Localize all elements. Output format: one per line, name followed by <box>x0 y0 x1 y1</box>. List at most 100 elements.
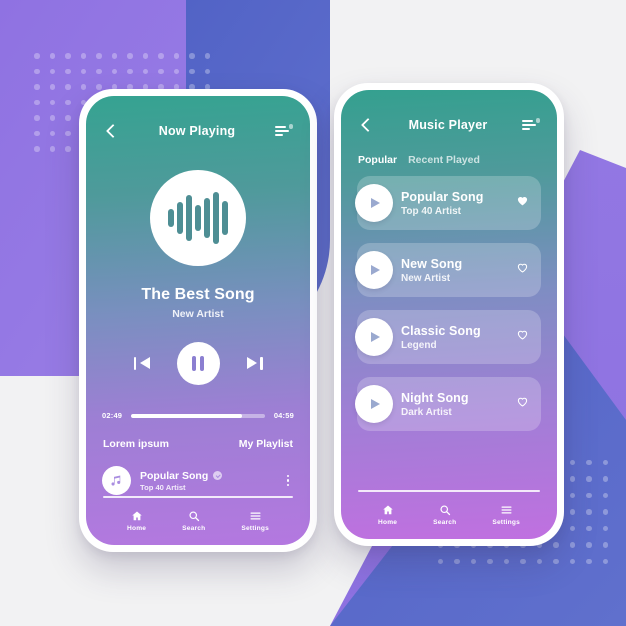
menu-line-1 <box>522 120 533 123</box>
grid-dot <box>586 459 592 465</box>
grid-dot <box>49 130 55 136</box>
tab-recent-played[interactable]: Recent Played <box>408 154 480 166</box>
song-text: Classic Song Legend <box>401 324 516 351</box>
check-badge-icon <box>213 471 223 480</box>
music-note-icon <box>102 466 131 495</box>
grid-dot <box>204 53 210 59</box>
grid-dot <box>34 84 40 90</box>
heart-outline-icon[interactable] <box>516 328 529 346</box>
menu-notification-dot <box>288 124 293 129</box>
song-title: New Song <box>401 256 463 271</box>
search-icon <box>439 503 451 516</box>
link-lorem-ipsum[interactable]: Lorem ipsum <box>103 438 169 450</box>
nav-label-settings: Settings <box>241 525 269 532</box>
nav-item-settings[interactable]: Settings <box>492 503 520 526</box>
menu-line-3 <box>522 128 530 131</box>
nav-item-home[interactable]: Home <box>127 509 146 532</box>
grid-dot <box>586 558 592 564</box>
song-title: Night Song <box>401 390 469 405</box>
grid-dot <box>34 68 40 74</box>
mini-bar-text: Popular Song Top 40 Artist <box>140 470 273 492</box>
search-icon <box>188 509 200 522</box>
progress-fill <box>131 413 243 418</box>
now-playing-mini-bar[interactable]: Popular Song Top 40 Artist <box>86 466 310 495</box>
nav-item-home[interactable]: Home <box>378 503 397 526</box>
grid-dot <box>586 476 592 482</box>
grid-dot <box>49 68 55 74</box>
waveform-bar-1 <box>168 209 174 227</box>
progress-slider[interactable] <box>131 413 265 418</box>
grid-dot <box>34 115 40 121</box>
pause-button[interactable] <box>176 342 220 385</box>
play-icon[interactable] <box>355 318 393 356</box>
play-icon[interactable] <box>355 184 393 222</box>
song-text: New Song New Artist <box>401 257 516 284</box>
grid-dot <box>602 509 608 515</box>
playback-controls <box>86 342 310 385</box>
menu-notification-dot <box>535 118 540 123</box>
grid-dot <box>602 492 608 498</box>
heart-outline-icon[interactable] <box>516 261 529 279</box>
heart-filled-icon[interactable] <box>516 194 529 212</box>
song-list-item[interactable]: Popular Song Top 40 Artist <box>355 176 541 230</box>
grid-dot <box>173 68 179 74</box>
chevron-left-icon[interactable] <box>103 123 119 139</box>
tab-bar: Popular Recent Played <box>341 140 557 166</box>
grid-dot <box>34 130 40 136</box>
screenshot-canvas: Now Playing The Best Song New Artist 02:… <box>0 0 626 626</box>
play-icon[interactable] <box>355 251 393 289</box>
nav-item-search[interactable]: Search <box>182 509 205 532</box>
page-title: Now Playing <box>158 124 236 138</box>
waveform-bar-4 <box>195 204 201 232</box>
song-artist: Top 40 Artist <box>401 205 462 217</box>
more-vertical-icon[interactable] <box>282 475 294 486</box>
nav-item-settings[interactable]: Settings <box>241 509 269 532</box>
nav-item-search[interactable]: Search <box>433 503 456 526</box>
elapsed-time: 02:49 <box>102 411 123 420</box>
waveform-bar-6 <box>213 191 219 245</box>
grid-dot <box>65 99 71 105</box>
grid-dot <box>602 525 608 531</box>
song-text: Night Song Dark Artist <box>401 391 516 418</box>
heart-outline-icon[interactable] <box>516 395 529 413</box>
song-list-item[interactable]: Night Song Dark Artist <box>355 377 541 431</box>
grid-dot <box>602 459 608 465</box>
grid-dot <box>158 68 164 74</box>
grid-dot <box>602 542 608 548</box>
home-icon <box>382 503 394 516</box>
grid-dot <box>569 542 575 548</box>
grid-dot <box>189 53 195 59</box>
pause-bar-right <box>200 356 204 371</box>
hamburger-menu-icon[interactable] <box>522 117 540 133</box>
mini-bar-title: Popular Song <box>140 469 209 482</box>
menu-line-3 <box>275 134 283 137</box>
grid-dot <box>503 558 509 564</box>
song-title: Popular Song <box>401 189 484 204</box>
grid-dot <box>586 525 592 531</box>
previous-track-icon[interactable] <box>133 355 151 372</box>
tab-popular[interactable]: Popular <box>358 154 397 166</box>
grid-dot <box>470 558 476 564</box>
nav-label-home: Home <box>378 519 398 526</box>
chevron-left-icon[interactable] <box>358 117 374 133</box>
song-list-item[interactable]: Classic Song Legend <box>355 310 541 364</box>
grid-dot <box>49 146 55 152</box>
grid-dot <box>569 476 575 482</box>
grid-dot <box>602 476 608 482</box>
grid-dot <box>158 53 164 59</box>
grid-dot <box>127 53 133 59</box>
grid-dot <box>586 492 592 498</box>
nav-divider <box>358 490 540 492</box>
link-my-playlist[interactable]: My Playlist <box>239 438 293 450</box>
grid-dot <box>65 53 71 59</box>
play-icon[interactable] <box>355 385 393 423</box>
song-list-item[interactable]: New Song New Artist <box>355 243 541 297</box>
hamburger-menu-icon[interactable] <box>275 123 293 139</box>
grid-dot <box>454 558 460 564</box>
grid-dot <box>49 99 55 105</box>
grid-dot <box>49 84 55 90</box>
grid-dot <box>569 509 575 515</box>
next-track-icon[interactable] <box>246 355 263 372</box>
bottom-nav-now-playing: Home Search Settings <box>86 496 310 545</box>
menu-line-2 <box>275 130 289 133</box>
